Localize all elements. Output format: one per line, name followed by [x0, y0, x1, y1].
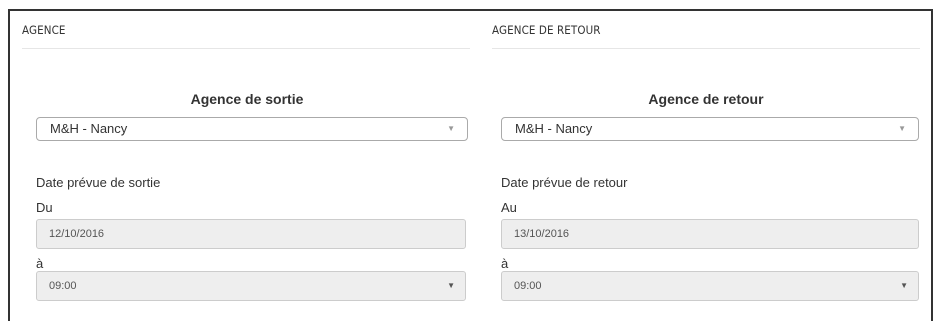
heure-retour-value: 09:00 [514, 280, 542, 292]
agence-retour-divider [492, 48, 920, 49]
agence-retour-value: M&H - Nancy [515, 121, 593, 136]
heure-retour-select[interactable]: 09:00 ▼ [501, 271, 919, 301]
agence-retour-header: AGENCE DE RETOUR [492, 23, 601, 37]
chevron-down-icon: ▼ [900, 281, 908, 290]
agence-header: AGENCE [22, 23, 66, 37]
agence-sortie-value: M&H - Nancy [50, 121, 128, 136]
chevron-down-icon: ▼ [898, 124, 906, 133]
form-frame: AGENCE Agence de sortie M&H - Nancy ▼ Da… [8, 9, 933, 321]
agence-sortie-select[interactable]: M&H - Nancy ▼ [36, 117, 468, 141]
heure-sortie-select[interactable]: 09:00 ▼ [36, 271, 466, 301]
agence-retour-title: Agence de retour [648, 91, 764, 107]
du-label: Du [36, 200, 53, 215]
chevron-down-icon: ▼ [447, 281, 455, 290]
agence-sortie-title: Agence de sortie [190, 91, 304, 107]
date-sortie-field[interactable]: 12/10/2016 [36, 219, 466, 249]
heure-retour-label: à [501, 256, 509, 271]
date-retour-field[interactable]: 13/10/2016 [501, 219, 919, 249]
heure-sortie-label: à [36, 256, 44, 271]
date-retour-label: Date prévue de retour [501, 175, 628, 190]
au-label: Au [501, 200, 517, 215]
agence-retour-select[interactable]: M&H - Nancy ▼ [501, 117, 919, 141]
date-sortie-label: Date prévue de sortie [36, 175, 161, 190]
agence-divider [22, 48, 470, 49]
chevron-down-icon: ▼ [447, 124, 455, 133]
heure-sortie-value: 09:00 [49, 280, 77, 292]
